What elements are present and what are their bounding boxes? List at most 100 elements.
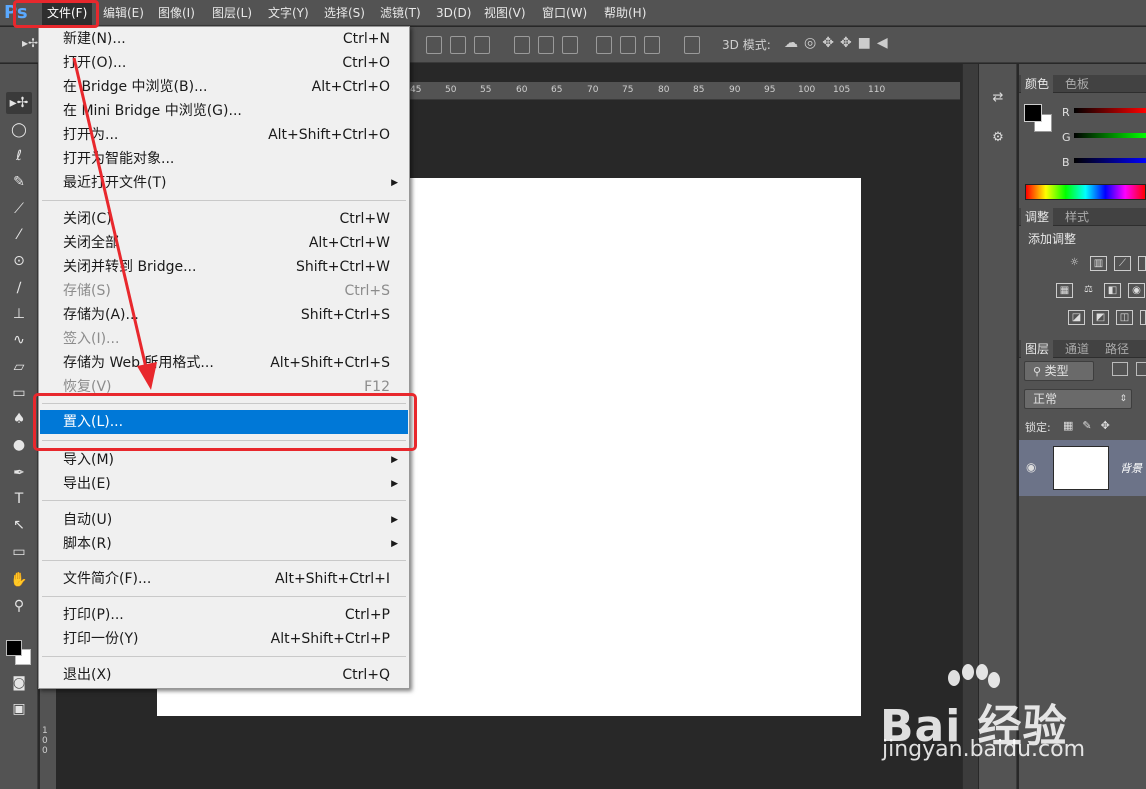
tab-paths[interactable]: 路径	[1101, 340, 1133, 358]
history-panel-icon[interactable]: ⇄	[988, 88, 1008, 108]
align-top-icon[interactable]	[426, 36, 442, 54]
align-bottom-icon[interactable]	[474, 36, 490, 54]
menu-item-save-as[interactable]: 存储为(A)... Shift+Ctrl+S	[40, 303, 408, 327]
menu-help[interactable]: 帮助(H)	[604, 0, 646, 26]
auto-align-icon[interactable]	[684, 36, 700, 54]
menu-item-recent-files[interactable]: 最近打开文件(T) ▶	[40, 171, 408, 195]
layer-filter-select[interactable]: ⚲ 类型	[1024, 361, 1094, 381]
levels-icon[interactable]: ▥	[1090, 256, 1107, 271]
menu-item-exit[interactable]: 退出(X) Ctrl+Q	[40, 663, 408, 687]
menu-item-new[interactable]: 新建(N)... Ctrl+N	[40, 27, 408, 51]
stamp-tool-icon[interactable]: ⊥	[6, 303, 32, 325]
menu-item-open-as[interactable]: 打开为... Alt+Shift+Ctrl+O	[40, 123, 408, 147]
menu-item-export[interactable]: 导出(E) ▶	[40, 472, 408, 496]
gradient-map-icon[interactable]	[1140, 310, 1146, 325]
menu-item-save-for-web[interactable]: 存储为 Web 所用格式... Alt+Shift+Ctrl+S	[40, 351, 408, 375]
channel-b-slider[interactable]	[1074, 158, 1146, 163]
tab-layers[interactable]: 图层	[1021, 340, 1054, 358]
properties-panel-icon[interactable]: ⚙	[988, 128, 1008, 148]
distribute-top-icon[interactable]	[514, 36, 530, 54]
tab-adjustments[interactable]: 调整	[1021, 208, 1054, 226]
black-white-icon[interactable]: ◧	[1104, 283, 1121, 298]
menu-layer[interactable]: 图层(L)	[212, 0, 252, 26]
menu-edit[interactable]: 编辑(E)	[103, 0, 144, 26]
menu-item-print-one-copy[interactable]: 打印一份(Y) Alt+Shift+Ctrl+P	[40, 627, 408, 651]
zoom-tool-icon[interactable]: ⚲	[6, 595, 32, 617]
tab-color[interactable]: 颜色	[1021, 75, 1054, 93]
image-filter-icon[interactable]	[1112, 362, 1128, 376]
blend-mode-select[interactable]: 正常 ⇕	[1024, 389, 1132, 409]
menu-item-close[interactable]: 关闭(C) Ctrl+W	[40, 207, 408, 231]
history-brush-tool-icon[interactable]: ∿	[6, 329, 32, 351]
distribute-bottom-icon[interactable]	[562, 36, 578, 54]
menu-item-check-in[interactable]: 签入(I)...	[40, 327, 408, 351]
tab-styles[interactable]: 样式	[1061, 208, 1093, 226]
menu-image[interactable]: 图像(I)	[158, 0, 195, 26]
lasso-tool-icon[interactable]: ℓ	[6, 145, 32, 167]
brightness-icon[interactable]: ☼	[1066, 256, 1083, 271]
tab-swatches[interactable]: 色板	[1061, 75, 1093, 93]
menu-item-close-all[interactable]: 关闭全部 Alt+Ctrl+W	[40, 231, 408, 255]
invert-icon[interactable]: ◪	[1068, 310, 1085, 325]
layer-name[interactable]: 背景	[1120, 460, 1142, 476]
lock-icons[interactable]: ▦✎✥	[1063, 419, 1119, 432]
exposure-icon[interactable]	[1138, 256, 1146, 271]
adjust-filter-icon[interactable]	[1136, 362, 1146, 376]
menu-item-browse-bridge[interactable]: 在 Bridge 中浏览(B)... Alt+Ctrl+O	[40, 75, 408, 99]
threshold-icon[interactable]: ◫	[1116, 310, 1133, 325]
menu-3d[interactable]: 3D(D)	[436, 0, 471, 26]
color-panel-foreground[interactable]	[1024, 104, 1042, 122]
photo-filter-icon[interactable]: ◉	[1128, 283, 1145, 298]
channel-r-slider[interactable]	[1074, 108, 1146, 113]
eyedropper-tool-icon[interactable]: ⁄	[6, 224, 32, 246]
shape-tool-icon[interactable]: ▭	[6, 541, 32, 563]
menu-item-close-go-bridge[interactable]: 关闭并转到 Bridge... Shift+Ctrl+W	[40, 255, 408, 279]
align-vcenter-icon[interactable]	[450, 36, 466, 54]
marquee-tool-icon[interactable]: ◯	[6, 119, 32, 141]
menu-item-automate[interactable]: 自动(U) ▶	[40, 508, 408, 532]
brush-tool-icon[interactable]: ∕	[6, 277, 32, 299]
quick-select-tool-icon[interactable]: ✎	[6, 171, 32, 193]
menu-item-import[interactable]: 导入(M) ▶	[40, 448, 408, 472]
channel-g-slider[interactable]	[1074, 133, 1146, 138]
color-balance-icon[interactable]: ⚖	[1080, 283, 1097, 298]
healing-tool-icon[interactable]: ⊙	[6, 250, 32, 272]
hand-tool-icon[interactable]: ✋	[6, 569, 32, 591]
distribute-vcenter-icon[interactable]	[538, 36, 554, 54]
eraser-tool-icon[interactable]: ▱	[6, 356, 32, 378]
distribute-right-icon[interactable]	[644, 36, 660, 54]
menu-type[interactable]: 文字(Y)	[268, 0, 309, 26]
eye-icon[interactable]: ◉	[1026, 460, 1036, 474]
color-spectrum[interactable]	[1025, 184, 1146, 200]
menu-item-save[interactable]: 存储(S) Ctrl+S	[40, 279, 408, 303]
menu-filter[interactable]: 滤镜(T)	[380, 0, 421, 26]
move-tool-icon[interactable]: ▸✢	[22, 36, 38, 50]
menu-view[interactable]: 视图(V)	[484, 0, 526, 26]
3d-tool-icons[interactable]: ☁◎✥✥■◀	[784, 35, 894, 51]
gradient-tool-icon[interactable]: ▭	[6, 382, 32, 404]
posterize-icon[interactable]: ◩	[1092, 310, 1109, 325]
dodge-tool-icon[interactable]: ●	[6, 434, 32, 456]
vibrance-icon[interactable]: ▦	[1056, 283, 1073, 298]
menu-item-open[interactable]: 打开(O)... Ctrl+O	[40, 51, 408, 75]
path-select-tool-icon[interactable]: ↖	[6, 514, 32, 536]
menu-item-browse-mini-bridge[interactable]: 在 Mini Bridge 中浏览(G)...	[40, 99, 408, 123]
distribute-left-icon[interactable]	[596, 36, 612, 54]
pen-tool-icon[interactable]: ✒	[6, 462, 32, 484]
blur-tool-icon[interactable]: ♠	[6, 408, 32, 430]
screen-mode-icon[interactable]: ▣	[6, 698, 32, 720]
move-tool-icon[interactable]: ▸✢	[6, 92, 32, 114]
curves-icon[interactable]: ⟋	[1114, 256, 1131, 271]
menu-item-open-smart-object[interactable]: 打开为智能对象...	[40, 147, 408, 171]
menu-item-scripts[interactable]: 脚本(R) ▶	[40, 532, 408, 556]
menu-item-file-info[interactable]: 文件简介(F)... Alt+Shift+Ctrl+I	[40, 567, 408, 591]
crop-tool-icon[interactable]: ⟋	[6, 198, 32, 220]
quick-mask-icon[interactable]: ◙	[6, 672, 32, 694]
type-tool-icon[interactable]: T	[6, 488, 32, 510]
foreground-color-swatch[interactable]	[6, 640, 22, 656]
menu-window[interactable]: 窗口(W)	[542, 0, 587, 26]
distribute-hcenter-icon[interactable]	[620, 36, 636, 54]
menu-select[interactable]: 选择(S)	[324, 0, 365, 26]
tab-channels[interactable]: 通道	[1061, 340, 1093, 358]
menu-item-print[interactable]: 打印(P)... Ctrl+P	[40, 603, 408, 627]
